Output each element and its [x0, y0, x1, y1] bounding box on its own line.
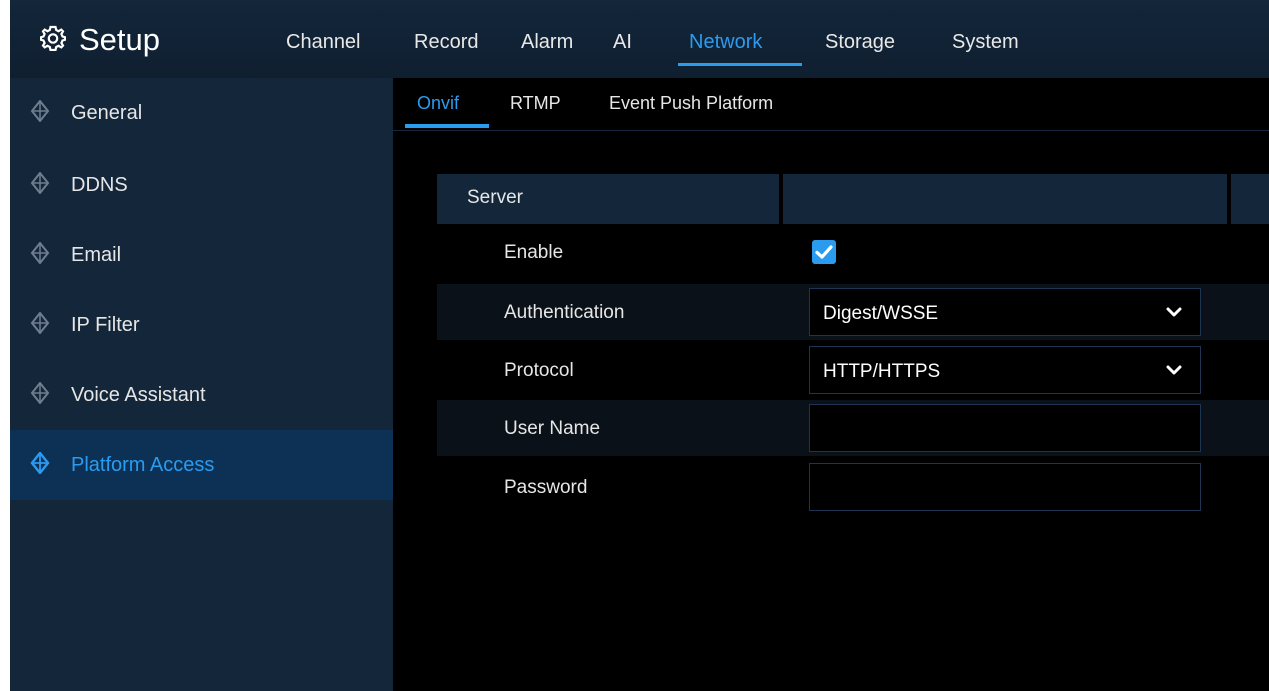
authentication-label: Authentication [504, 302, 625, 323]
subtab-event-push-platform[interactable]: Event Push Platform [609, 92, 773, 114]
setup-window: Setup Channel Record Alarm AI Network St… [10, 0, 1269, 691]
password-field[interactable] [809, 463, 1201, 511]
tab-alarm[interactable]: Alarm [521, 30, 573, 54]
sidebar-item-label: DDNS [71, 174, 128, 196]
enable-label: Enable [504, 242, 564, 263]
sidebar-item-voice-assistant[interactable]: Voice Assistant [10, 360, 393, 430]
sidebar-item-label: Platform Access [71, 454, 215, 476]
protocol-select[interactable]: HTTP/HTTPS [809, 346, 1201, 394]
enable-checkbox[interactable] [812, 240, 836, 264]
page-title: Setup [79, 22, 161, 57]
chevron-down-icon [1166, 307, 1182, 317]
password-label: Password [504, 477, 588, 498]
sidebar-item-label: Voice Assistant [71, 384, 206, 406]
gear-icon [40, 25, 66, 51]
sidebar-item-platform-access[interactable]: Platform Access [10, 430, 393, 500]
active-tab-indicator [678, 63, 802, 66]
user-name-label: User Name [504, 418, 601, 439]
tab-channel[interactable]: Channel [286, 30, 361, 54]
user-name-field[interactable] [809, 404, 1201, 452]
diamond-icon [30, 382, 50, 404]
tab-system[interactable]: System [952, 30, 1019, 54]
sidebar-item-general[interactable]: General [10, 78, 393, 148]
tab-record[interactable]: Record [414, 30, 478, 54]
authentication-value: Digest/WSSE [823, 303, 939, 324]
sidebar-item-ddns[interactable]: DDNS [10, 150, 393, 220]
protocol-value: HTTP/HTTPS [823, 361, 941, 382]
sidebar-item-label: IP Filter [71, 314, 140, 336]
sub-tabs: Onvif RTMP Event Push Platform [393, 78, 1269, 131]
diamond-icon [30, 100, 50, 122]
sidebar-item-label: General [71, 102, 143, 124]
tab-ai[interactable]: AI [613, 30, 632, 54]
sidebar-item-email[interactable]: Email [10, 220, 393, 290]
active-subtab-indicator [405, 124, 489, 128]
subtab-onvif[interactable]: Onvif [417, 92, 459, 114]
subtab-rtmp[interactable]: RTMP [510, 92, 561, 114]
protocol-label: Protocol [504, 360, 574, 381]
top-bar: Setup Channel Record Alarm AI Network St… [10, 0, 1269, 78]
table-header-cell [1231, 174, 1269, 224]
sidebar: General DDNS Email IP Filter Voice Assis… [10, 78, 393, 691]
tab-network[interactable]: Network [689, 30, 762, 54]
sidebar-item-ip-filter[interactable]: IP Filter [10, 290, 393, 360]
tab-storage[interactable]: Storage [825, 30, 895, 54]
diamond-icon [30, 452, 50, 474]
checkmark-icon [815, 245, 833, 259]
chevron-down-icon [1166, 365, 1182, 375]
section-header-server: Server [467, 187, 523, 208]
table-header-cell [783, 174, 1227, 224]
sidebar-item-label: Email [71, 244, 122, 266]
diamond-icon [30, 242, 50, 264]
diamond-icon [30, 172, 50, 194]
authentication-select[interactable]: Digest/WSSE [809, 288, 1201, 336]
diamond-icon [30, 312, 50, 334]
